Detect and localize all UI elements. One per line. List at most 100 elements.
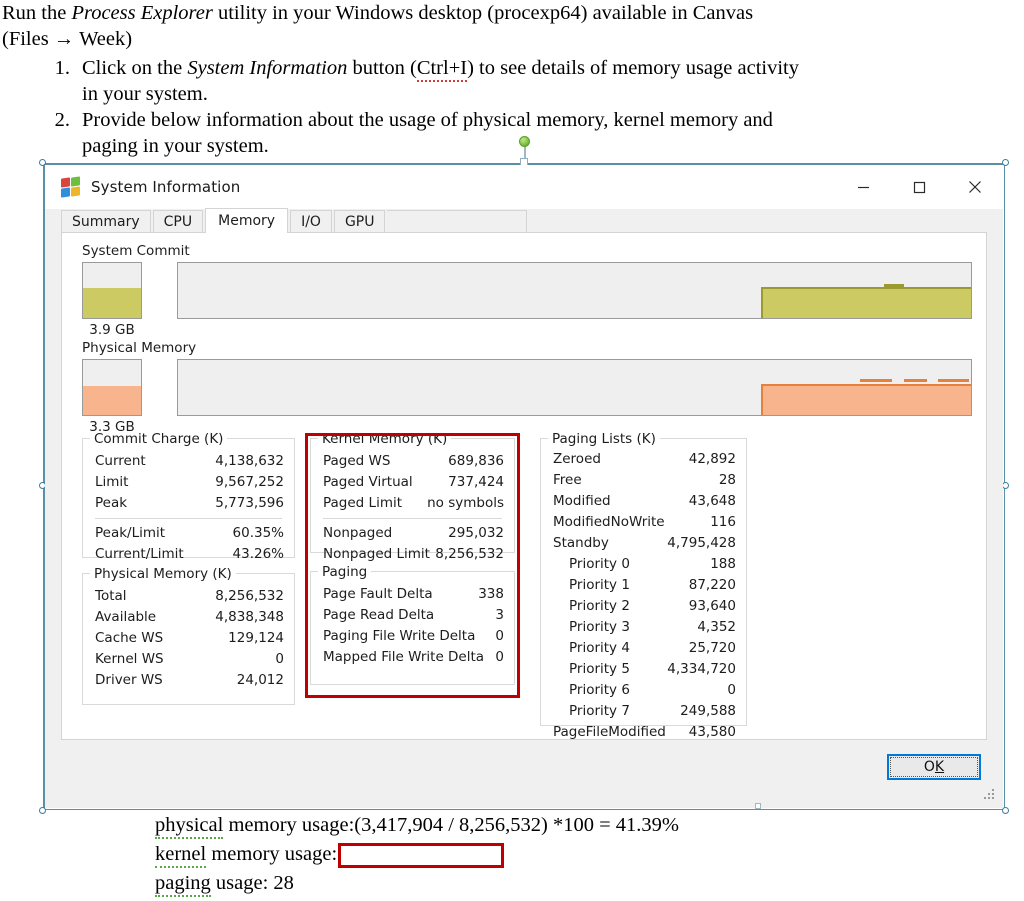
table-row: Mapped File Write Delta0 — [321, 647, 504, 668]
row-value: 3 — [495, 605, 504, 626]
physical-memory-group-title: Physical Memory (K) — [90, 566, 236, 582]
close-button[interactable] — [947, 165, 1003, 209]
table-row: Standby4,795,428 — [551, 533, 736, 554]
table-row: Peak5,773,596 — [93, 493, 284, 514]
row-value: 60.35% — [233, 523, 284, 544]
row-key: Current — [93, 451, 146, 472]
physical-memory-label: Physical Memory — [82, 340, 972, 356]
row-value: 689,836 — [448, 451, 504, 472]
row-key: Total — [93, 586, 127, 607]
text-box-handle[interactable] — [755, 803, 761, 809]
rotate-handle[interactable] — [519, 136, 530, 147]
table-row: Kernel WS0 — [93, 649, 284, 670]
row-value: 188 — [710, 554, 736, 575]
answer-text-paging: usage: 28 — [211, 872, 294, 894]
dialog-titlebar[interactable]: System Information — [45, 165, 1003, 209]
embedded-screenshot-object[interactable]: System Information — [43, 163, 1005, 810]
row-key: Paged WS — [321, 451, 390, 472]
table-row: Priority 293,640 — [551, 596, 736, 617]
tab-cpu[interactable]: CPU — [153, 210, 203, 232]
tab-memory[interactable]: Memory — [205, 208, 288, 233]
table-row: Driver WS24,012 — [93, 670, 284, 691]
tab-summary[interactable]: Summary — [61, 210, 151, 232]
answer-label-physical: physical — [155, 814, 223, 839]
tab-label: I/O — [301, 214, 321, 230]
intro-emphasis: Process Explorer — [71, 2, 212, 24]
row-value: 4,138,632 — [215, 451, 284, 472]
process-explorer-icon — [61, 177, 81, 197]
table-row: Zeroed42,892 — [551, 449, 736, 470]
answer-text-physical: memory usage:(3,417,904 / 8,256,532) *10… — [223, 814, 679, 836]
answer-physical-memory: physical memory usage:(3,417,904 / 8,256… — [155, 811, 1015, 840]
answer-paging: paging usage: 28 — [155, 869, 1015, 898]
answer-text-kernel: memory usage: — [206, 843, 337, 865]
resize-handle-bottom-left[interactable] — [39, 807, 46, 814]
row-value: 4,838,348 — [215, 607, 284, 628]
physical-memory-spike-3 — [938, 379, 970, 382]
table-row: Cache WS129,124 — [93, 628, 284, 649]
minimize-icon — [857, 181, 870, 194]
row-key: Cache WS — [93, 628, 163, 649]
table-row: Priority 425,720 — [551, 638, 736, 659]
system-commit-meter — [82, 262, 142, 319]
commit-charge-title: Commit Charge (K) — [90, 431, 227, 447]
system-commit-history-spike — [884, 284, 905, 287]
row-value: 338 — [478, 584, 504, 605]
row-value: no symbols — [427, 493, 504, 514]
dialog-resize-grip[interactable] — [984, 789, 996, 801]
ok-button[interactable]: OK — [887, 754, 981, 780]
step1-shortcut: Ctrl+I — [417, 57, 467, 82]
table-row: Priority 7249,588 — [551, 701, 736, 722]
list-item-line-2: in your system. — [82, 81, 1004, 107]
row-key: Paged Virtual — [321, 472, 413, 493]
paging-title: Paging — [318, 564, 371, 580]
table-row: Nonpaged Limit8,256,532 — [321, 544, 504, 565]
row-value: 249,588 — [680, 701, 736, 722]
tab-label: CPU — [164, 214, 192, 230]
dialog-footer: OK — [45, 740, 1003, 808]
intro-paragraph: Run the Process Explorer utility in your… — [2, 0, 1002, 52]
tab-label: Memory — [218, 213, 275, 229]
row-value: 0 — [727, 680, 736, 701]
resize-handle-middle-right[interactable] — [1002, 482, 1009, 489]
table-row: Current/Limit43.26% — [93, 544, 284, 565]
tab-label: GPU — [345, 214, 375, 230]
close-icon — [968, 180, 982, 194]
paging-group: Paging Page Fault Delta338 Page Read Del… — [310, 571, 515, 685]
row-key: Priority 0 — [551, 554, 630, 575]
row-key: Paged Limit — [321, 493, 402, 514]
intro-line-1: Run the Process Explorer utility in your… — [2, 0, 1002, 26]
commit-charge-group: Commit Charge (K) Current4,138,632 Limit… — [82, 438, 295, 558]
row-key: Available — [93, 607, 156, 628]
system-commit-section: System Commit 3.9 GB — [82, 243, 972, 338]
table-row: Paged WS 689,836 — [321, 451, 504, 472]
minimize-button[interactable] — [835, 165, 891, 209]
answer-label-paging: paging — [155, 872, 211, 897]
row-key: Priority 3 — [551, 617, 630, 638]
answer-kernel-memory: kernel memory usage: — [155, 840, 1015, 869]
row-value: 42,892 — [689, 449, 736, 470]
list-item-body: Provide below information about the usag… — [82, 107, 1004, 159]
maximize-button[interactable] — [891, 165, 947, 209]
list-item-body: Click on the System Information button (… — [82, 55, 1004, 107]
list-item-number: 1. — [34, 55, 82, 81]
row-key: Nonpaged Limit — [321, 544, 430, 565]
memory-tab-panel: System Commit 3.9 GB — [61, 232, 987, 740]
tab-io[interactable]: I/O — [290, 210, 332, 232]
row-key: Driver WS — [93, 670, 163, 691]
row-value: 0 — [495, 626, 504, 647]
system-commit-history-graph — [177, 262, 972, 319]
resize-handle-top-right[interactable] — [1002, 159, 1009, 166]
table-row: Paged Limit no symbols — [321, 493, 504, 514]
step1-emphasis: System Information — [187, 57, 347, 79]
tab-gpu[interactable]: GPU — [334, 210, 386, 232]
physical-memory-section: Physical Memory 3.3 GB — [82, 340, 972, 435]
row-value: 93,640 — [689, 596, 736, 617]
paging-lists-title: Paging Lists (K) — [548, 431, 660, 447]
kernel-answer-input-box[interactable] — [338, 843, 504, 868]
table-row: Limit9,567,252 — [93, 472, 284, 493]
table-row: Free28 — [551, 470, 736, 491]
row-key: Priority 4 — [551, 638, 630, 659]
physical-memory-group: Physical Memory (K) Total8,256,532 Avail… — [82, 573, 295, 705]
intro-text-b: utility in your Windows desktop (procexp… — [213, 2, 753, 24]
